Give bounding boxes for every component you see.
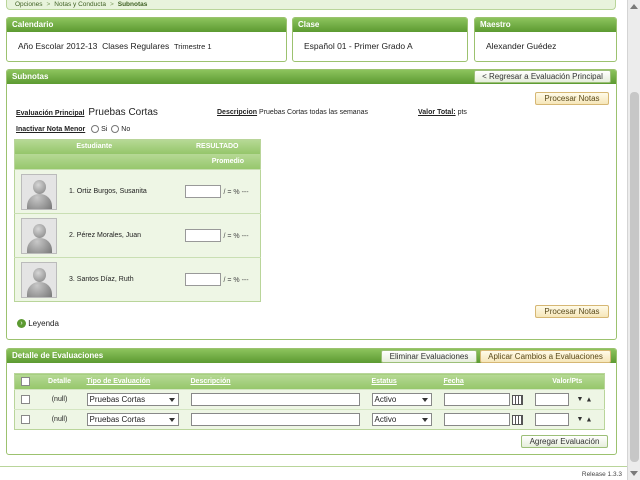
- maestro-title: Maestro: [475, 18, 616, 32]
- row-checkbox[interactable]: [21, 415, 31, 424]
- grade-input[interactable]: [184, 273, 221, 286]
- scroll-thumb[interactable]: [630, 92, 639, 462]
- evaluation-info-row: Evaluación Principal Pruebas Cortas: [16, 107, 158, 118]
- students-table: Estudiante RESULTADO Promedio 1. Ortiz B…: [14, 139, 261, 302]
- col-resultado: RESULTADO: [195, 143, 239, 151]
- col-fecha[interactable]: Fecha: [444, 378, 464, 385]
- grade-suffix: / = % ---: [223, 232, 249, 240]
- tipo-select[interactable]: Pruebas Cortas: [86, 413, 179, 426]
- col-descripcion[interactable]: Descripción: [191, 378, 231, 385]
- breadcrumb: Opciones > Notas y Conducta > Subnotas: [6, 0, 616, 10]
- descripcion-input[interactable]: [190, 413, 360, 426]
- students-header-row: Estudiante RESULTADO: [14, 139, 261, 154]
- move-up-icon[interactable]: ▲: [585, 396, 594, 403]
- evaluations-header-row: Detalle Tipo de Evaluación Descripción E…: [14, 373, 605, 390]
- footer-divider: [0, 466, 627, 467]
- eval-label: Evaluación Principal: [16, 110, 85, 117]
- radio-si-label: Si: [101, 125, 108, 133]
- students-subheader-row: Promedio: [14, 153, 261, 170]
- evaluation-row: (null) Pruebas Cortas Activo ▼▲: [14, 389, 605, 410]
- release-version: Release 1.3.3: [581, 471, 622, 478]
- estatus-select[interactable]: Activo: [371, 393, 432, 406]
- eval-value: Pruebas Cortas: [88, 107, 158, 118]
- col-valor: Valor/Pts: [530, 373, 605, 390]
- radio-no[interactable]: [111, 125, 120, 133]
- student-avatar: [21, 261, 57, 298]
- student-name: 3. Santos Díaz, Ruth: [69, 276, 134, 283]
- back-to-main-evaluation-button[interactable]: < Regresar a Evaluación Principal: [474, 70, 611, 83]
- legend-label: Leyenda: [28, 319, 59, 328]
- breadcrumb-item-notas[interactable]: Notas y Conducta: [54, 1, 106, 8]
- maestro-value: Alexander Guédez: [486, 41, 557, 51]
- calendario-panel: Calendario Año Escolar 2012-13 Clases Re…: [6, 17, 287, 62]
- calendar-icon[interactable]: [511, 394, 523, 405]
- scroll-up-icon[interactable]: [630, 4, 638, 9]
- vertical-scrollbar[interactable]: [627, 0, 640, 480]
- calendario-term: Trimestre 1: [173, 42, 212, 51]
- student-avatar: [21, 217, 57, 254]
- descripcion-input[interactable]: [190, 393, 360, 406]
- inactivar-row: Inactivar Nota Menor Si No: [16, 125, 130, 133]
- tipo-select[interactable]: Pruebas Cortas: [86, 393, 179, 406]
- calendar-icon[interactable]: [511, 414, 523, 425]
- breadcrumb-item-opciones[interactable]: Opciones: [15, 1, 42, 8]
- student-row: 3. Santos Díaz, Ruth / = % ---: [14, 257, 261, 302]
- inactivar-label: Inactivar Nota Menor: [16, 125, 86, 133]
- col-tipo[interactable]: Tipo de Evaluación: [87, 378, 151, 385]
- row-detalle: (null): [36, 389, 83, 410]
- clase-title: Clase: [293, 18, 467, 32]
- fecha-input[interactable]: [443, 413, 510, 426]
- grade-suffix: / = % ---: [223, 188, 249, 196]
- calendario-year: Año Escolar 2012-13: [18, 41, 98, 51]
- col-estudiante: Estudiante: [76, 143, 113, 151]
- calendario-title: Calendario: [7, 18, 286, 32]
- scroll-down-icon[interactable]: [630, 471, 638, 476]
- grade-input[interactable]: [184, 185, 221, 198]
- radio-no-label: No: [121, 125, 131, 133]
- student-row: 1. Ortiz Burgos, Susanita / = % ---: [14, 169, 261, 214]
- process-grades-button-bottom[interactable]: Procesar Notas: [535, 305, 609, 318]
- total-value: pts: [457, 109, 467, 116]
- clase-panel: Clase Español 01 - Primer Grado A: [292, 17, 468, 62]
- legend-expand-icon: ›: [17, 319, 26, 329]
- evaluation-row: (null) Pruebas Cortas Activo ▼▲: [14, 409, 605, 430]
- valor-input[interactable]: [534, 393, 569, 406]
- valor-input[interactable]: [534, 413, 569, 426]
- maestro-panel: Maestro Alexander Guédez: [474, 17, 617, 62]
- student-avatar: [21, 173, 57, 210]
- student-name: 1. Ortiz Burgos, Susanita: [69, 188, 147, 195]
- grade-suffix: / = % ---: [223, 276, 249, 284]
- desc-value: Pruebas Cortas todas las semanas: [259, 109, 368, 116]
- total-info: Valor Total: pts: [418, 109, 467, 116]
- student-row: 2. Pérez Morales, Juan / = % ---: [14, 213, 261, 258]
- total-label: Valor Total:: [418, 109, 456, 116]
- delete-evaluations-button[interactable]: Eliminar Evaluaciones: [381, 350, 477, 363]
- process-grades-button-top[interactable]: Procesar Notas: [535, 92, 609, 105]
- breadcrumb-separator: >: [109, 1, 114, 8]
- row-checkbox[interactable]: [21, 395, 31, 404]
- description-info: Descripcion Pruebas Cortas todas las sem…: [217, 109, 368, 116]
- radio-si[interactable]: [91, 125, 100, 133]
- calendario-mode: Clases Regulares: [102, 41, 170, 51]
- evaluations-table: Detalle Tipo de Evaluación Descripción E…: [14, 373, 605, 430]
- estatus-select[interactable]: Activo: [371, 413, 432, 426]
- row-detalle: (null): [36, 409, 83, 430]
- select-all-checkbox[interactable]: [21, 377, 31, 386]
- grade-input[interactable]: [184, 229, 221, 242]
- legend-toggle[interactable]: › Leyenda: [17, 319, 59, 329]
- fecha-input[interactable]: [443, 393, 510, 406]
- breadcrumb-item-subnotas: Subnotas: [117, 1, 148, 8]
- col-estatus[interactable]: Estatus: [372, 378, 397, 385]
- clase-value: Español 01 - Primer Grado A: [304, 41, 413, 51]
- col-promedio: Promedio: [211, 157, 244, 165]
- add-evaluation-button[interactable]: Agregar Evaluación: [521, 435, 608, 448]
- move-up-icon[interactable]: ▲: [585, 416, 594, 423]
- apply-changes-button[interactable]: Aplicar Cambios a Evaluaciones: [480, 350, 611, 363]
- student-name: 2. Pérez Morales, Juan: [69, 232, 141, 239]
- breadcrumb-separator: >: [46, 1, 51, 8]
- col-detalle: Detalle: [36, 373, 83, 390]
- desc-label: Descripcion: [217, 109, 258, 116]
